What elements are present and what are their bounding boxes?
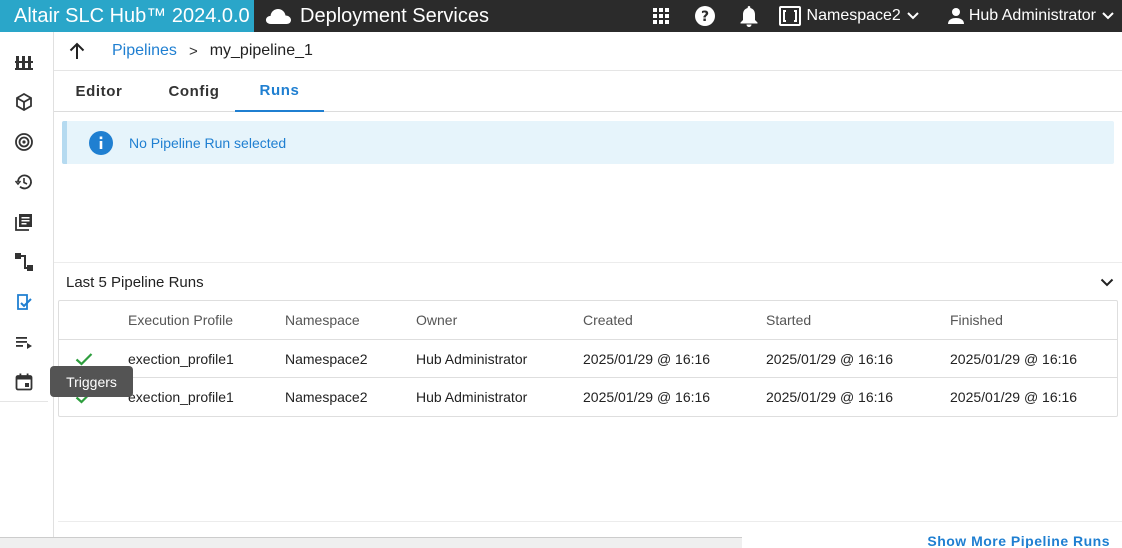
top-bar: Altair SLC Hub™ 2024.0.0 Deployment Serv… [0, 0, 1122, 32]
cell-owner: Hub Administrator [416, 389, 528, 405]
cell-namespace: Namespace2 [285, 389, 368, 405]
rail-item-packages[interactable] [0, 82, 48, 122]
person-icon [947, 8, 964, 24]
cell-created: 2025/01/29 @ 16:16 [583, 389, 711, 405]
cell-execution-profile: exection_profile1 [128, 350, 234, 367]
flow-icon [15, 253, 33, 271]
rail-item-triggers[interactable] [0, 362, 48, 402]
runs-section-header[interactable]: Last 5 Pipeline Runs [66, 270, 1114, 294]
rail-item-library[interactable] [0, 202, 48, 242]
cell-namespace: Namespace2 [285, 350, 368, 367]
breadcrumb-pipelines-link[interactable]: Pipelines [112, 42, 177, 60]
breadcrumb-current: my_pipeline_1 [209, 42, 313, 59]
cloud-icon [265, 9, 291, 24]
arrow-up-icon [69, 42, 85, 59]
svg-text:?: ? [700, 9, 708, 25]
cell-finished: 2025/01/29 @ 16:16 [950, 350, 1078, 367]
user-menu[interactable]: Hub Administrator [947, 7, 1114, 25]
user-label: Hub Administrator [968, 7, 1096, 24]
column-header-started[interactable]: Started [766, 301, 811, 339]
namespace-icon [778, 6, 801, 26]
library-icon [15, 214, 32, 231]
navigate-up-button[interactable] [54, 32, 100, 71]
info-alert: No Pipeline Run selected [62, 121, 1114, 164]
left-rail [0, 32, 54, 548]
brand-title[interactable]: Altair SLC Hub™ 2024.0.0 [0, 0, 254, 32]
help-icon[interactable]: ? [683, 0, 727, 32]
chevron-down-icon [1102, 12, 1114, 20]
tab-bar: Editor Config Runs [54, 71, 1122, 112]
chevron-down-icon [907, 12, 919, 20]
table-header-row: Execution Profile Namespace Owner Create… [59, 301, 1117, 340]
chevron-down-icon[interactable] [1100, 278, 1114, 287]
rail-item-dashboard[interactable] [0, 42, 48, 82]
triggers-tooltip: Triggers [50, 366, 133, 397]
cell-finished: 2025/01/29 @ 16:16 [950, 389, 1078, 405]
rail-item-history[interactable] [0, 162, 48, 202]
tab-editor[interactable]: Editor [64, 71, 134, 112]
column-header-created[interactable]: Created [583, 301, 633, 339]
horizontal-scrollbar[interactable] [0, 537, 742, 548]
info-icon [89, 130, 113, 155]
cell-execution-profile: exection_profile1 [128, 389, 234, 405]
calendar-icon [15, 373, 33, 390]
cell-started: 2025/01/29 @ 16:16 [766, 350, 894, 367]
bell-icon[interactable] [727, 0, 771, 32]
apps-grid-icon[interactable] [639, 0, 683, 32]
rail-item-pipelines[interactable] [0, 282, 48, 322]
breadcrumb-separator: > [188, 42, 198, 60]
pipeline-icon [17, 294, 32, 310]
column-header-finished[interactable]: Finished [950, 301, 1003, 339]
rail-item-flows[interactable] [0, 242, 48, 282]
target-icon [15, 133, 33, 151]
top-right-actions: ? Namespace2 Hub Administrator [639, 0, 1122, 32]
show-more-runs-link[interactable]: Show More Pipeline Runs [927, 533, 1110, 548]
namespace-label: Namespace2 [806, 7, 901, 24]
table-row[interactable]: exection_profile1 Namespace2 Hub Adminis… [59, 340, 1117, 378]
cell-created: 2025/01/29 @ 16:16 [583, 350, 711, 367]
cell-started: 2025/01/29 @ 16:16 [766, 389, 894, 405]
column-header-execution-profile[interactable]: Execution Profile [128, 301, 233, 339]
cell-owner: Hub Administrator [416, 350, 528, 367]
rail-item-runs[interactable] [0, 322, 48, 362]
breadcrumb: Pipelines > my_pipeline_1 [54, 32, 1122, 71]
history-icon [15, 174, 32, 190]
playlist-icon [16, 337, 32, 349]
column-header-namespace[interactable]: Namespace [285, 301, 360, 339]
dashboard-icon [15, 56, 33, 70]
runs-section-title: Last 5 Pipeline Runs [66, 273, 204, 291]
section-divider [54, 262, 1122, 263]
column-header-owner[interactable]: Owner [416, 301, 457, 339]
package-icon [16, 93, 32, 111]
service-title: Deployment Services [264, 5, 489, 28]
alert-message: No Pipeline Run selected [129, 134, 287, 151]
runs-table: Execution Profile Namespace Owner Create… [58, 300, 1118, 417]
bottom-divider [58, 521, 1122, 522]
rail-item-targets[interactable] [0, 122, 48, 162]
service-label: Deployment Services [300, 4, 489, 27]
check-icon [75, 352, 93, 366]
tab-config[interactable]: Config [154, 71, 234, 112]
table-row[interactable]: exection_profile1 Namespace2 Hub Adminis… [59, 378, 1117, 416]
namespace-select[interactable]: Namespace2 [778, 6, 925, 26]
tab-runs[interactable]: Runs [235, 71, 324, 112]
